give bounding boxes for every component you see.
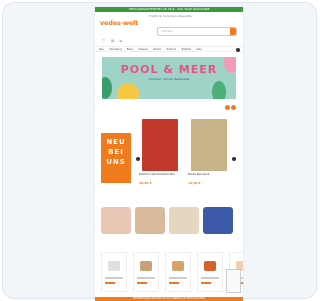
product-tile[interactable] (101, 252, 127, 292)
new-label-line: BEI (108, 148, 124, 156)
product-image (191, 119, 227, 171)
site-logo[interactable]: vedes-welt (100, 19, 138, 27)
search-button[interactable] (230, 28, 236, 35)
category-tiles (101, 207, 233, 234)
main-navigation: Neu Spielzeug Baby Puppen Spiele Outdoor… (95, 46, 243, 52)
product-price: 29,99 € (139, 181, 152, 185)
webpage: VERSANDKOSTENFREI AB 39 € - 100 TAGE RÜC… (95, 7, 243, 301)
nav-item[interactable]: Puppen (138, 48, 148, 51)
meta-links[interactable]: Filialfinder Gutscheine Newsletter (149, 15, 193, 18)
header-icons[interactable]: ♡ ◎ ⌂ (102, 38, 124, 43)
product-thumb (172, 261, 184, 271)
sun-shape (117, 83, 139, 99)
category-tile[interactable] (135, 207, 165, 234)
product-title-line (169, 277, 187, 279)
product-price: 19,99 € (188, 181, 201, 185)
product-title: Puzzle Panorama (188, 173, 210, 176)
promo-bottom-bar: KOSTENLOSER VERSAND AB 39 € INNERHALB DE… (95, 297, 243, 301)
product-price-line (169, 282, 179, 284)
new-label-line: NEU (106, 138, 126, 146)
site-header: vedes-welt Filialfinder Gutscheine Newsl… (95, 13, 243, 49)
product-tile[interactable] (133, 252, 159, 292)
product-card[interactable]: Pokémon Sammelkarten Box 29,99 € (139, 119, 181, 185)
product-image (142, 119, 178, 171)
product-price-line (105, 282, 115, 284)
category-tile[interactable] (203, 207, 233, 234)
product-title-line (137, 277, 155, 279)
feedback-widget[interactable] (226, 269, 241, 293)
product-price-line (137, 282, 147, 284)
category-tile[interactable] (169, 207, 199, 234)
banner-title: POOL & MEER (120, 63, 218, 76)
leaf-shape (212, 81, 226, 99)
nav-item[interactable]: Neu (99, 48, 104, 51)
carousel-next-dot[interactable] (231, 105, 236, 110)
nav-item[interactable]: Sale (196, 48, 202, 51)
product-row (101, 252, 243, 292)
carousel-controls (225, 105, 236, 110)
product-tile[interactable] (197, 252, 223, 292)
product-thumb (140, 261, 152, 271)
hero-banner[interactable]: POOL & MEER Sommer, Sonne, Badespaß (102, 57, 236, 99)
nav-item[interactable]: Baby (127, 48, 134, 51)
slider-next-arrow[interactable] (232, 157, 236, 161)
search-input[interactable]: Suchen... (157, 27, 237, 36)
screenshot-frame: VERSANDKOSTENFREI AB 39 € - 100 TAGE RÜC… (2, 2, 317, 301)
product-title-line (105, 277, 123, 279)
product-title: Pokémon Sammelkarten Box (139, 173, 175, 176)
search-placeholder: Suchen... (161, 29, 175, 33)
product-thumb (108, 261, 120, 271)
banner-subtitle: Sommer, Sonne, Badespaß (148, 77, 190, 81)
new-label-line: UNS (106, 158, 126, 166)
promo-top-bar: VERSANDKOSTENFREI AB 39 € - 100 TAGE RÜC… (95, 7, 243, 12)
category-tile[interactable] (101, 207, 131, 234)
product-thumb (204, 261, 216, 271)
product-price-line (201, 282, 211, 284)
new-arrivals-label: NEU BEI UNS (101, 133, 131, 183)
nav-item[interactable]: Basteln (182, 48, 192, 51)
product-card[interactable]: Puzzle Panorama 19,99 € (188, 119, 230, 185)
carousel-prev-dot[interactable] (225, 105, 230, 110)
product-tile[interactable] (165, 252, 191, 292)
nav-item[interactable]: Spielzeug (109, 48, 122, 51)
nav-item[interactable]: Spiele (153, 48, 161, 51)
product-title-line (201, 277, 219, 279)
nav-item[interactable]: Outdoor (166, 48, 177, 51)
account-icon[interactable] (236, 48, 240, 52)
